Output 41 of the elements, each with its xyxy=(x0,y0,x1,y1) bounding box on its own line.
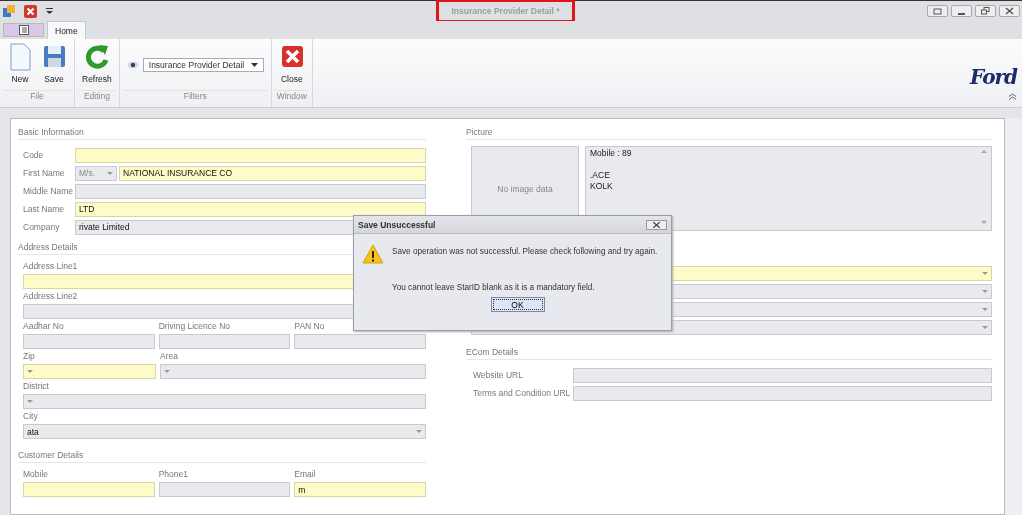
field-label: Phone1 xyxy=(158,469,189,481)
field-label: Address Line1 xyxy=(23,261,79,273)
field-label: Email xyxy=(294,469,317,481)
field-label: Middle Name xyxy=(23,186,73,196)
new-button[interactable]: New xyxy=(3,42,37,84)
field-label: Code xyxy=(23,150,45,160)
field-label: Terms and Condition URL xyxy=(473,388,572,398)
field-label: Driving Licence No xyxy=(158,321,231,333)
ribbon-group-label: Filters xyxy=(122,90,268,107)
save-button[interactable]: Save xyxy=(37,42,71,84)
dropdown-field[interactable]: ata xyxy=(23,424,426,439)
field-label: Aadhar No xyxy=(23,321,65,333)
section-header: Customer Details xyxy=(18,450,426,463)
dialog-message: You cannot leave StarID blank as it is a mandatory field. xyxy=(392,283,596,292)
field-label: Address Line2 xyxy=(23,291,79,303)
first-name-field[interactable]: NATIONAL INSURANCE CO xyxy=(119,165,426,181)
ribbon-tab[interactable]: Home xyxy=(47,21,86,39)
field-label: Last Name xyxy=(23,204,66,214)
input-field[interactable]: m xyxy=(294,482,426,497)
close-button[interactable]: Close xyxy=(274,42,309,84)
field-label: Area xyxy=(160,351,179,363)
field-label: First Name xyxy=(23,168,66,178)
field-label: PAN No xyxy=(294,321,326,333)
ribbon-group-label: File xyxy=(3,90,71,107)
field-label: Mobile xyxy=(23,469,50,481)
brand-logo: Ford xyxy=(970,66,1017,87)
field-label: District xyxy=(23,381,50,393)
ribbon-group-label: Window xyxy=(274,90,309,107)
field-label: City xyxy=(23,411,39,423)
field-label: Website URL xyxy=(473,370,524,380)
filter-dropdown[interactable]: Insurance Provider Detail xyxy=(142,58,264,72)
section-header: Basic Information xyxy=(18,127,426,140)
field-label: Company xyxy=(23,222,61,232)
address-text-box[interactable]: Mobile : 89 .ACE KOLK xyxy=(585,146,992,231)
field-label: Zip xyxy=(23,351,36,363)
refresh-button[interactable]: Refresh xyxy=(78,42,116,84)
input-field[interactable]: LTD xyxy=(75,201,426,217)
ok-button[interactable]: OK xyxy=(490,297,545,312)
section-header: Picture xyxy=(466,127,992,140)
ribbon-group-label: Editing xyxy=(78,90,116,107)
section-header: ECom Details xyxy=(466,347,992,360)
